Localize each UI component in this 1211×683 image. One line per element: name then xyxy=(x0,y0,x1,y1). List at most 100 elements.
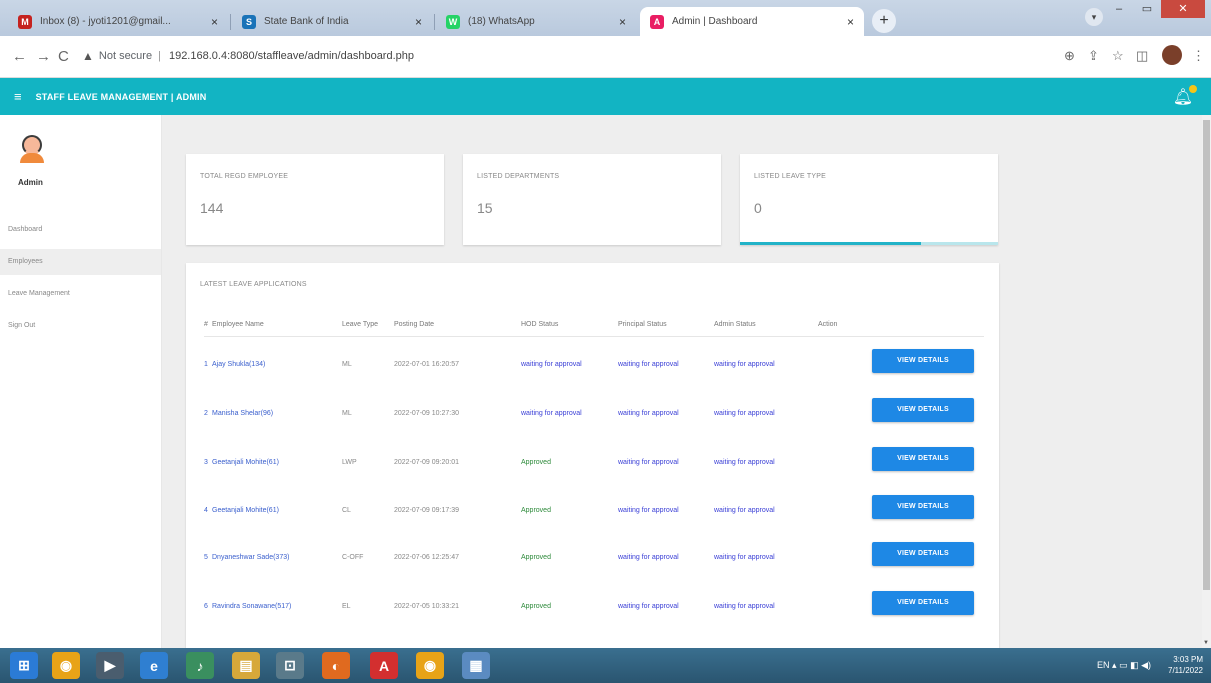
posting-date: 2022-07-09 09:17:39 xyxy=(394,507,459,514)
clock-date: 7/11/2022 xyxy=(1168,666,1203,675)
principal-status: waiting for approval xyxy=(618,603,679,610)
view-details-button[interactable]: VIEW DETAILS xyxy=(872,495,974,519)
admin-status: waiting for approval xyxy=(714,459,775,466)
column-header: # xyxy=(204,321,208,328)
admin-status: waiting for approval xyxy=(714,554,775,561)
notification-dot xyxy=(1189,85,1197,93)
tab-search-icon[interactable]: ▾ xyxy=(1085,8,1103,26)
close-tab-icon[interactable]: × xyxy=(619,15,626,29)
principal-status: waiting for approval xyxy=(618,554,679,561)
security-status[interactable]: Not secure xyxy=(99,50,152,62)
column-header: Action xyxy=(818,321,838,328)
employee-name-link[interactable]: Ravindra Sonawane(517) xyxy=(212,603,291,610)
reload-icon[interactable]: C xyxy=(58,48,69,65)
leave-type: ML xyxy=(342,410,352,417)
column-header: Leave Type xyxy=(342,321,379,328)
tab-sbi[interactable]: S State Bank of India × xyxy=(232,7,432,36)
hod-status: Approved xyxy=(521,603,551,610)
leave-type: ML xyxy=(342,361,352,368)
gmail-icon: M xyxy=(18,14,32,29)
firefox-taskbar-icon[interactable]: ◐ xyxy=(322,652,350,679)
warning-icon: ▲ xyxy=(82,49,94,63)
tab-whatsapp[interactable]: W (18) WhatsApp × xyxy=(436,7,636,36)
stat-value: 144 xyxy=(200,200,224,216)
scrollbar-thumb[interactable] xyxy=(1203,120,1210,590)
chrome-taskbar-icon[interactable]: ◉ xyxy=(52,652,80,679)
sbi-icon: S xyxy=(242,14,256,29)
table-row: 2 Manisha Shelar(96) ML 2022-07-09 10:27:30… xyxy=(204,398,984,424)
ie-taskbar-icon[interactable]: e xyxy=(140,652,168,679)
new-tab-button[interactable]: + xyxy=(872,9,896,33)
clock[interactable]: 3:03 PM 7/11/2022 xyxy=(1168,654,1203,676)
panel-title: LATEST LEAVE APPLICATIONS xyxy=(200,281,307,288)
sidebar-item-employees[interactable]: Employees xyxy=(0,249,161,275)
view-details-button[interactable]: VIEW DETAILS xyxy=(872,349,974,373)
start-button-icon[interactable]: ⊞ xyxy=(10,652,38,679)
kebab-menu-icon[interactable]: ⋮ xyxy=(1192,48,1205,64)
table-header: # Employee Name Leave Type Posting Date … xyxy=(204,321,984,337)
share-icon[interactable]: ⇪ xyxy=(1088,48,1099,64)
tab-title: State Bank of India xyxy=(264,16,349,27)
network-taskbar-icon[interactable]: ⊡ xyxy=(276,652,304,679)
close-window-button[interactable]: ✕ xyxy=(1161,0,1205,18)
url-separator: | xyxy=(158,50,161,62)
column-header: Admin Status xyxy=(714,321,756,328)
close-tab-icon[interactable]: × xyxy=(415,15,422,29)
whatsapp-icon: W xyxy=(446,14,460,29)
employee-name-link[interactable]: Manisha Shelar(96) xyxy=(212,410,273,417)
tab-admin-dashboard[interactable]: A Admin | Dashboard × xyxy=(640,7,864,36)
media-taskbar-icon[interactable]: ▶ xyxy=(96,652,124,679)
maximize-button[interactable]: ▭ xyxy=(1133,0,1161,18)
browser-tabstrip: M Inbox (8) - jyoti1201@gmail... × S Sta… xyxy=(0,0,1211,36)
stat-progress-bar xyxy=(740,242,998,245)
minimize-button[interactable]: – xyxy=(1105,0,1133,18)
scroll-down-arrow-icon[interactable]: ▼ xyxy=(1203,640,1209,646)
employee-name-link[interactable]: Geetanjali Mohite(61) xyxy=(212,507,279,514)
sidebar-item-leave-management[interactable]: Leave Management xyxy=(0,281,161,307)
principal-status: waiting for approval xyxy=(618,459,679,466)
leave-type: C-OFF xyxy=(342,554,364,561)
media-player-taskbar-icon[interactable]: ♪ xyxy=(186,652,214,679)
url-text[interactable]: 192.168.0.4:8080/staffleave/admin/dashbo… xyxy=(169,50,414,62)
sidebar-item-dashboard[interactable]: Dashboard xyxy=(0,217,161,243)
hamburger-menu-icon[interactable]: ≡ xyxy=(14,89,22,104)
posting-date: 2022-07-09 09:20:01 xyxy=(394,459,459,466)
forward-icon[interactable]: → xyxy=(36,48,51,65)
sidebar-item-sign-out[interactable]: Sign Out xyxy=(0,313,161,339)
explorer-taskbar-icon[interactable]: ▤ xyxy=(232,652,260,679)
bookmark-star-icon[interactable]: ☆ xyxy=(1112,48,1124,64)
address-bar[interactable]: ▲ Not secure | 192.168.0.4:8080/stafflea… xyxy=(82,42,1192,70)
table-row: 5 Dnyaneshwar Sade(373) C-OFF 2022-07-06 12… xyxy=(204,542,984,568)
view-details-button[interactable]: VIEW DETAILS xyxy=(872,542,974,566)
calculator-taskbar-icon[interactable]: ▦ xyxy=(462,652,490,679)
column-header: Employee Name xyxy=(212,321,264,328)
language-indicator[interactable]: EN xyxy=(1097,660,1110,670)
tab-title: Admin | Dashboard xyxy=(672,16,758,27)
sidepanel-icon[interactable]: ◫ xyxy=(1136,48,1148,64)
progress-fill xyxy=(740,242,921,245)
view-details-button[interactable]: VIEW DETAILS xyxy=(872,398,974,422)
view-details-button[interactable]: VIEW DETAILS xyxy=(872,447,974,471)
sidebar: Admin Dashboard Employees Leave Manageme… xyxy=(0,115,162,648)
back-icon[interactable]: ← xyxy=(12,48,27,65)
chrome-active-taskbar-icon[interactable]: ◉ xyxy=(416,652,444,679)
pdf-taskbar-icon[interactable]: A xyxy=(370,652,398,679)
employee-name-link[interactable]: Ajay Shukla(134) xyxy=(212,361,265,368)
hod-status: Approved xyxy=(521,507,551,514)
view-details-button[interactable]: VIEW DETAILS xyxy=(872,591,974,615)
employee-name-link[interactable]: Dnyaneshwar Sade(373) xyxy=(212,554,289,561)
tab-gmail[interactable]: M Inbox (8) - jyoti1201@gmail... × xyxy=(8,7,228,36)
notification-bell-icon[interactable]: 🔔︎ xyxy=(1173,85,1197,107)
tab-separator xyxy=(230,14,231,30)
close-tab-icon[interactable]: × xyxy=(211,15,218,29)
vertical-scrollbar[interactable]: ▼ xyxy=(1202,115,1211,648)
stat-card-leave-types: LISTED LEAVE TYPE 0 xyxy=(740,154,998,245)
hod-status: waiting for approval xyxy=(521,410,582,417)
table-row: 1 Ajay Shukla(134) ML 2022-07-01 16:20:57 wa… xyxy=(204,349,984,375)
tab-separator xyxy=(434,14,435,30)
system-tray-icons[interactable]: EN ▴ ▭ ◧ ◀) xyxy=(1097,660,1151,671)
close-tab-icon[interactable]: × xyxy=(847,15,854,29)
zoom-icon[interactable]: ⊕ xyxy=(1064,48,1075,64)
employee-name-link[interactable]: Geetanjali Mohite(61) xyxy=(212,459,279,466)
profile-avatar[interactable] xyxy=(1162,45,1182,65)
